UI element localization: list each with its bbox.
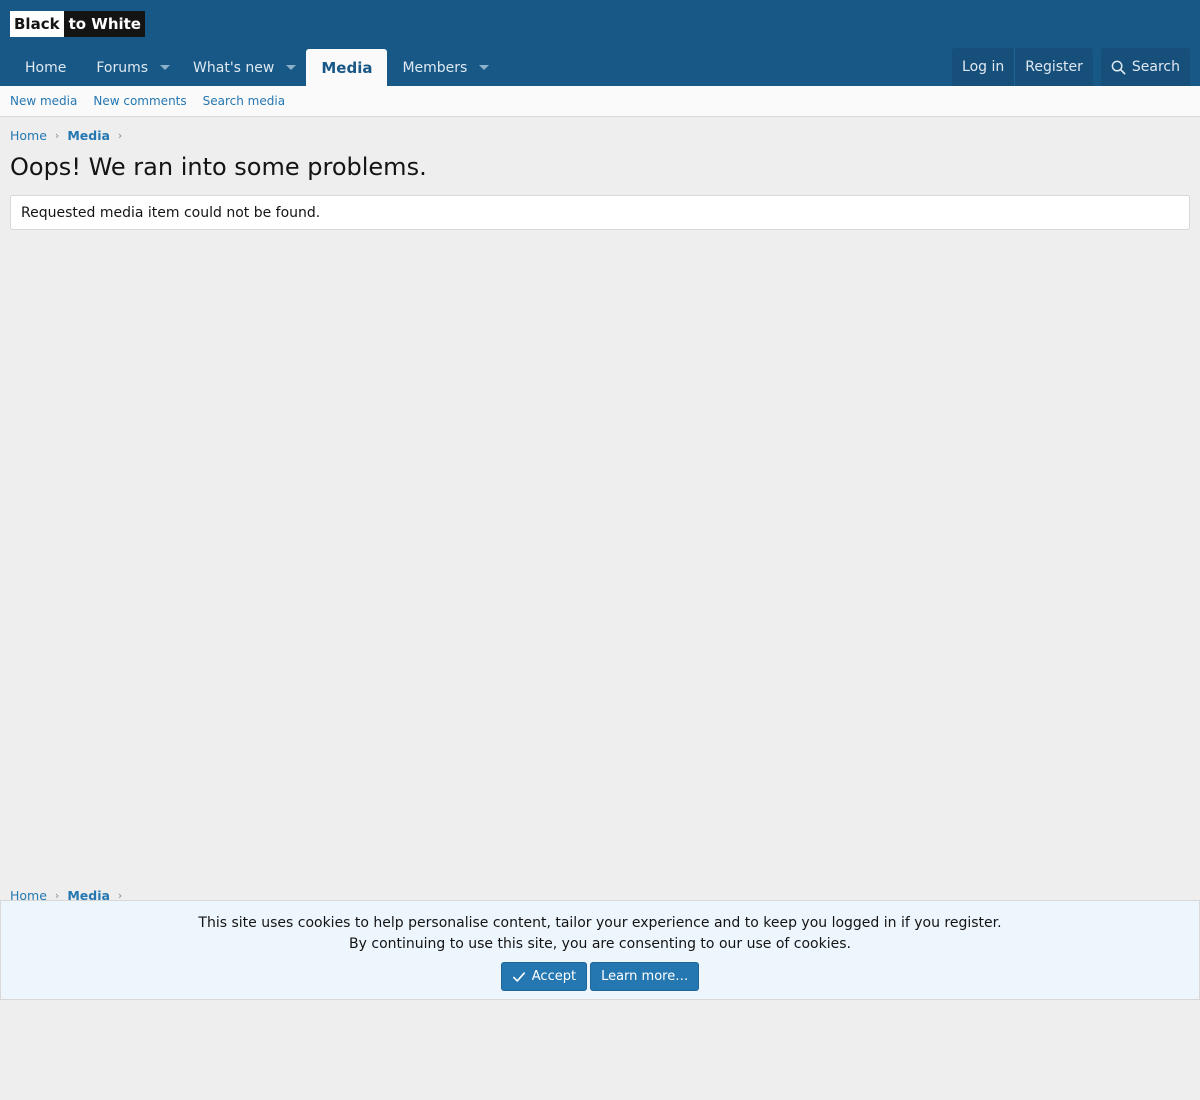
- search-icon: [1111, 60, 1126, 74]
- search-button[interactable]: Search: [1100, 48, 1190, 86]
- chevron-right-icon: ›: [117, 129, 123, 142]
- subnav-new-comments[interactable]: New comments: [93, 94, 186, 108]
- learn-more-button[interactable]: Learn more…: [590, 962, 700, 991]
- accept-cookies-button[interactable]: Accept: [500, 962, 588, 991]
- breadcrumb-top: Home › Media ›: [10, 128, 122, 143]
- site-logo[interactable]: Black to White: [10, 11, 145, 37]
- site-header: Black to White Home Forums What's new Me…: [0, 0, 1200, 86]
- check-icon: [512, 971, 525, 982]
- caret-down-icon[interactable]: [160, 65, 171, 70]
- caret-down-icon[interactable]: [286, 65, 297, 70]
- cookie-notice: This site uses cookies to help personali…: [0, 900, 1200, 1000]
- nav-tab-whats-new[interactable]: What's new: [178, 49, 304, 86]
- sub-nav: New media New comments Search media: [0, 86, 1200, 117]
- chevron-right-icon: ›: [54, 129, 60, 142]
- account-nav: Log in Register Search: [952, 48, 1190, 86]
- nav-tab-home[interactable]: Home: [10, 49, 81, 86]
- register-button[interactable]: Register: [1014, 48, 1093, 86]
- error-message: Requested media item could not be found.: [21, 204, 321, 221]
- logo-part-black: Black: [10, 11, 64, 37]
- login-button[interactable]: Log in: [952, 48, 1014, 86]
- logo-part-white: to White: [63, 11, 145, 37]
- cookie-text-line1: This site uses cookies to help personali…: [198, 915, 1002, 931]
- nav-tab-home-label: Home: [25, 59, 67, 76]
- breadcrumb-home[interactable]: Home: [10, 128, 47, 143]
- nav-tab-whats-new-label: What's new: [193, 59, 275, 76]
- account-group: Log in Register: [952, 48, 1093, 86]
- nav-tab-forums[interactable]: Forums: [81, 49, 178, 86]
- subnav-new-media[interactable]: New media: [10, 94, 77, 108]
- learn-more-label: Learn more…: [601, 969, 689, 984]
- nav-tab-media-label: Media: [321, 58, 373, 77]
- cookie-buttons: Accept Learn more…: [500, 962, 700, 991]
- nav-tab-media[interactable]: Media: [306, 49, 388, 86]
- accept-cookies-label: Accept: [531, 969, 577, 984]
- page-title: Oops! We ran into some problems.: [10, 153, 427, 181]
- breadcrumb-media[interactable]: Media: [67, 128, 110, 143]
- nav-tab-forums-label: Forums: [96, 59, 149, 76]
- caret-down-icon[interactable]: [479, 65, 490, 70]
- nav-tab-members-label: Members: [402, 59, 468, 76]
- error-message-box: Requested media item could not be found.: [10, 195, 1190, 230]
- main-nav: Home Forums What's new Media Members: [10, 49, 497, 86]
- cookie-text-line2: By continuing to use this site, you are …: [349, 936, 851, 952]
- search-button-label: Search: [1131, 59, 1180, 75]
- subnav-search-media[interactable]: Search media: [203, 94, 285, 108]
- nav-tab-members[interactable]: Members: [387, 49, 497, 86]
